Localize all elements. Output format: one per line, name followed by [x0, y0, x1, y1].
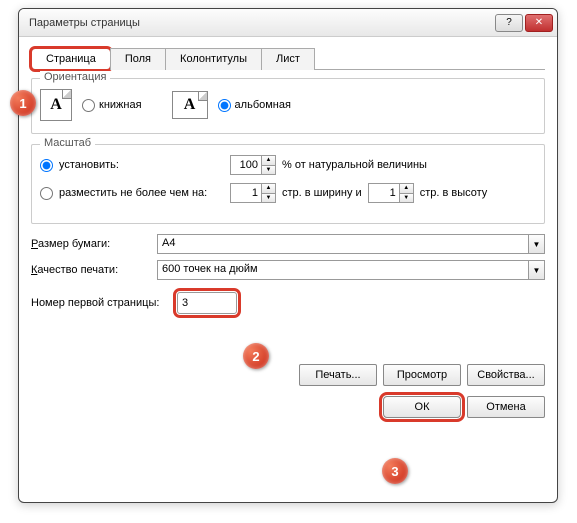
spinner-icon[interactable]: ▲▼ [399, 184, 413, 202]
orientation-legend: Ориентация [40, 71, 110, 83]
help-button[interactable]: ? [495, 14, 523, 32]
scale-group: Масштаб установить: ▲▼ % от натуральной … [31, 144, 545, 224]
titlebar: Параметры страницы ? ✕ [19, 9, 557, 37]
fit-wide-input[interactable]: ▲▼ [230, 183, 276, 203]
portrait-icon: A [40, 89, 72, 121]
scale-legend: Масштаб [40, 137, 95, 149]
first-page-label: Номер первой страницы: [31, 297, 171, 309]
scale-set-suffix: % от натуральной величины [282, 159, 427, 171]
paper-size-select[interactable]: A4 ▼ [157, 234, 545, 254]
chevron-down-icon[interactable]: ▼ [528, 261, 544, 279]
tab-sheet[interactable]: Лист [261, 48, 315, 70]
callout-2: 2 [243, 343, 269, 369]
scale-percent-field[interactable] [231, 156, 261, 174]
fit-tall-suffix: стр. в высоту [420, 187, 488, 199]
dialog-body: Страница Поля Колонтитулы Лист Ориентаци… [19, 37, 557, 430]
callout-1: 1 [10, 90, 36, 116]
tab-margins[interactable]: Поля [110, 48, 166, 70]
orientation-group: Ориентация A книжная A альбомная [31, 78, 545, 134]
page-setup-dialog: Параметры страницы ? ✕ Страница Поля Кол… [18, 8, 558, 503]
print-quality-value: 600 точек на дюйм [158, 261, 528, 279]
window-title: Параметры страницы [29, 17, 493, 29]
options-button[interactable]: Свойства... [467, 364, 545, 386]
spinner-icon[interactable]: ▲▼ [261, 156, 275, 174]
fit-tall-field[interactable] [369, 184, 399, 202]
scale-fit-radio[interactable] [40, 187, 53, 200]
tab-headerfooter[interactable]: Колонтитулы [165, 48, 262, 70]
tab-page[interactable]: Страница [31, 48, 111, 70]
close-button[interactable]: ✕ [525, 14, 553, 32]
print-quality-select[interactable]: 600 точек на дюйм ▼ [157, 260, 545, 280]
scale-set-radio[interactable] [40, 159, 53, 172]
first-page-input[interactable] [177, 292, 237, 314]
fit-tall-input[interactable]: ▲▼ [368, 183, 414, 203]
print-quality-label: Качество печати: [31, 264, 151, 276]
print-button[interactable]: Печать... [299, 364, 377, 386]
fit-wide-suffix: стр. в ширину и [282, 187, 362, 199]
paper-size-value: A4 [158, 235, 528, 253]
tabstrip: Страница Поля Колонтитулы Лист [31, 47, 545, 70]
scale-set-label: установить: [59, 159, 224, 171]
cancel-button[interactable]: Отмена [467, 396, 545, 418]
scale-percent-input[interactable]: ▲▼ [230, 155, 276, 175]
chevron-down-icon[interactable]: ▼ [528, 235, 544, 253]
paper-size-label: РРазмер бумаги:азмер бумаги: [31, 238, 151, 250]
portrait-radio[interactable] [82, 99, 95, 112]
portrait-label: книжная [99, 99, 142, 111]
landscape-icon: A [172, 91, 208, 119]
ok-button[interactable]: ОК [383, 396, 461, 418]
landscape-radio[interactable] [218, 99, 231, 112]
callout-3: 3 [382, 458, 408, 484]
scale-fit-label: разместить не более чем на: [59, 187, 224, 199]
spinner-icon[interactable]: ▲▼ [261, 184, 275, 202]
landscape-label: альбомная [235, 99, 291, 111]
fit-wide-field[interactable] [231, 184, 261, 202]
preview-button[interactable]: Просмотр [383, 364, 461, 386]
